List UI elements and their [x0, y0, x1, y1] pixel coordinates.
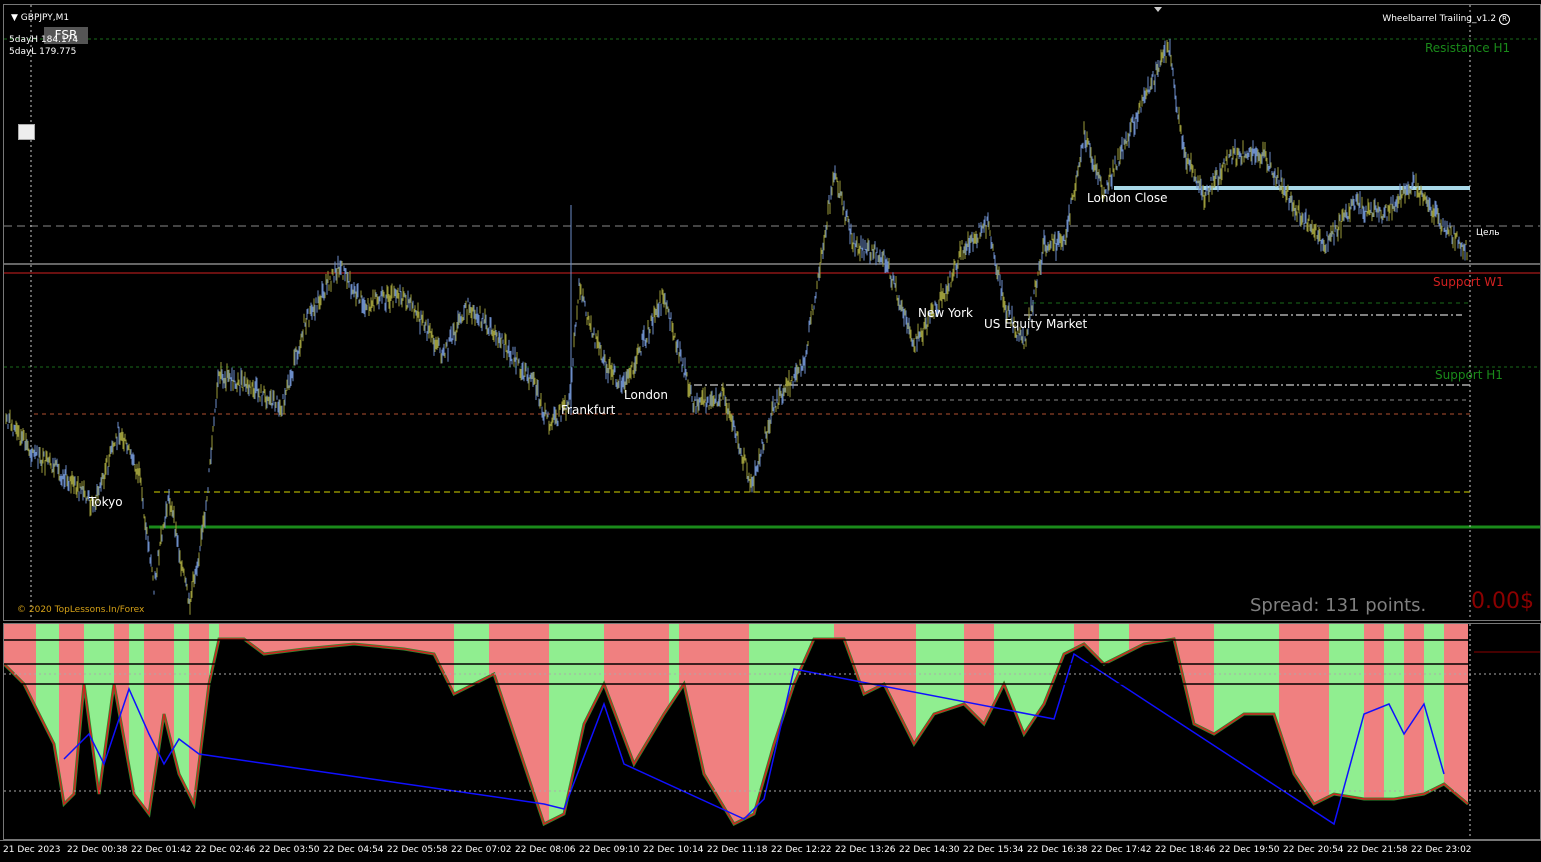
clock-icon[interactable]: R: [1499, 14, 1510, 25]
time-axis-label: 22 Dec 23:02: [1411, 845, 1472, 855]
time-axis: 21 Dec 2023 22 Dec 00:38 22 Dec 01:42 22 De…: [0, 840, 1541, 862]
time-axis-label: 22 Dec 21:58: [1347, 845, 1408, 855]
session-london-close: London Close: [1087, 191, 1168, 205]
symbol-label: ▼ GBPJPY,M1: [11, 13, 69, 23]
dropdown-triangle-icon[interactable]: ▼: [11, 13, 18, 23]
mt4-chart-window: ▼ GBPJPY,M1 FSR 5dayH 184.174 5dayL 179.…: [0, 0, 1541, 862]
indicator-name: Wheelbarrel Trailing_v1.2 R: [1382, 14, 1510, 25]
time-axis-label: 22 Dec 17:42: [1091, 845, 1152, 855]
symbol-text: GBPJPY,M1: [20, 13, 70, 23]
resistance-h1-label: Resistance H1: [1425, 41, 1511, 55]
time-axis-label: 22 Dec 00:38: [67, 845, 128, 855]
session-london: London: [624, 388, 668, 402]
copyright-text: © 2020 TopLessons.In/Forex: [17, 605, 145, 615]
profit-readout: 0.00$: [1471, 589, 1534, 614]
target-label: Цель: [1476, 228, 1500, 238]
spread-readout: Spread: 131 points.: [1250, 595, 1427, 616]
toggle-checkbox[interactable]: [18, 124, 35, 140]
time-axis-label: 22 Dec 03:50: [259, 845, 320, 855]
time-axis-label: 22 Dec 02:46: [195, 845, 256, 855]
time-axis-label: 22 Dec 14:30: [899, 845, 960, 855]
time-axis-label: 22 Dec 10:14: [643, 845, 704, 855]
time-axis-label: 22 Dec 19:50: [1219, 845, 1280, 855]
time-axis-label: 22 Dec 11:18: [707, 845, 768, 855]
support-w1-label: Support W1: [1433, 275, 1504, 289]
five-day-low: 5dayL 179.775: [9, 47, 77, 57]
price-chart-pane[interactable]: ▼ GBPJPY,M1 FSR 5dayH 184.174 5dayL 179.…: [3, 4, 1541, 621]
time-axis-label: 22 Dec 05:58: [387, 845, 448, 855]
oscillator-canvas: [4, 624, 1540, 839]
indicator-name-text: Wheelbarrel Trailing_v1.2: [1382, 14, 1497, 24]
time-axis-label: 22 Dec 08:06: [515, 845, 576, 855]
time-axis-label: 22 Dec 18:46: [1155, 845, 1216, 855]
time-axis-label: 22 Dec 04:54: [323, 845, 384, 855]
time-axis-label: 22 Dec 13:26: [835, 845, 896, 855]
time-axis-label: 22 Dec 16:38: [1027, 845, 1088, 855]
oscillator-pane[interactable]: [3, 623, 1541, 840]
session-tokyo: Tokyo: [89, 495, 123, 509]
price-chart-canvas: [4, 5, 1540, 620]
five-day-high: 5dayH 184.174: [9, 35, 79, 45]
support-h1-label: Support H1: [1435, 368, 1503, 382]
session-us-equity: US Equity Market: [984, 317, 1088, 331]
time-axis-label: 21 Dec 2023: [3, 845, 61, 855]
time-axis-label: 22 Dec 15:34: [963, 845, 1024, 855]
time-axis-label: 22 Dec 09:10: [579, 845, 640, 855]
time-axis-label: 22 Dec 01:42: [131, 845, 192, 855]
scroll-marker-icon: [1154, 7, 1162, 12]
time-axis-label: 22 Dec 20:54: [1283, 845, 1344, 855]
session-new-york: New York: [918, 306, 973, 320]
session-frankfurt: Frankfurt: [561, 403, 616, 417]
time-axis-label: 22 Dec 07:02: [451, 845, 512, 855]
time-axis-label: 22 Dec 12:22: [771, 845, 832, 855]
